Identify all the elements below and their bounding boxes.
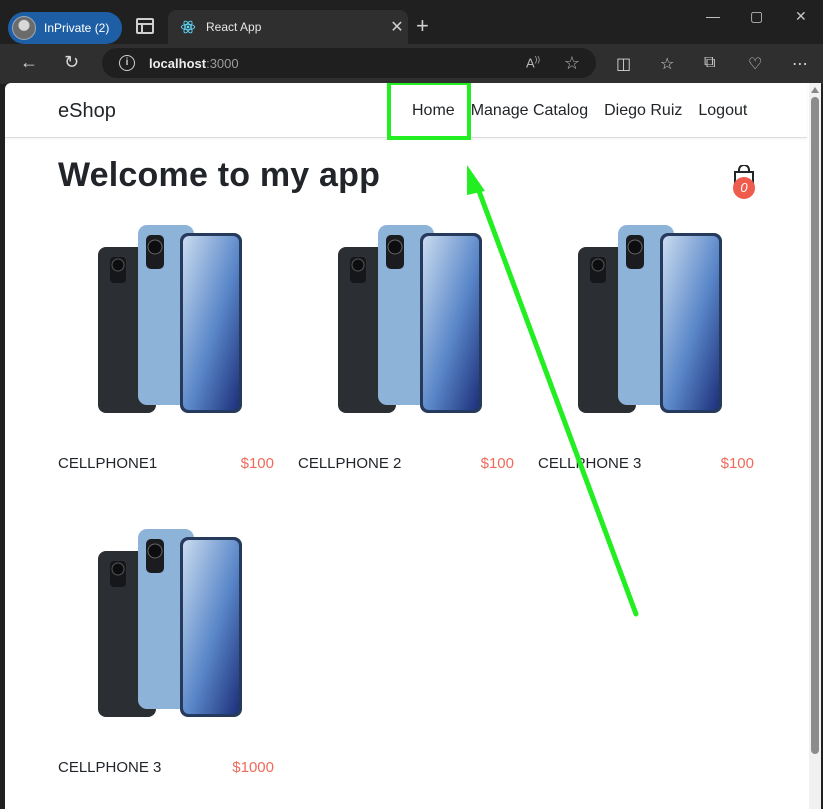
browser-address-bar: ← ↻ i localhost :3000 A)) ☆ ◫ ☆ ⧉ ♡ ⋯ bbox=[0, 44, 823, 84]
product-card[interactable]: CELLPHONE 3 $1000 bbox=[58, 527, 274, 787]
health-icon[interactable]: ♡ bbox=[748, 54, 762, 74]
app-navbar: eShop Home Manage Catalog Diego Ruiz Log… bbox=[5, 83, 807, 140]
inprivate-label: InPrivate (2) bbox=[44, 21, 110, 35]
product-name: CELLPHONE 3 bbox=[538, 455, 642, 472]
window-close-icon[interactable]: ✕ bbox=[795, 8, 807, 25]
phone-image bbox=[578, 225, 722, 413]
product-name: CELLPHONE 3 bbox=[58, 759, 162, 776]
favorites-icon[interactable]: ☆ bbox=[660, 54, 674, 74]
more-icon[interactable]: ⋯ bbox=[792, 54, 808, 74]
product-name: CELLPHONE1 bbox=[58, 455, 158, 472]
url-port: :3000 bbox=[206, 55, 239, 71]
scroll-up-icon[interactable] bbox=[811, 87, 819, 93]
product-card[interactable]: CELLPHONE 3 $100 bbox=[538, 223, 754, 483]
back-icon[interactable]: ← bbox=[20, 52, 38, 73]
brand-logo[interactable]: eShop bbox=[58, 100, 116, 123]
phone-image bbox=[338, 225, 482, 413]
product-price: $100 bbox=[720, 455, 754, 472]
phone-image bbox=[98, 529, 242, 717]
phone-image bbox=[98, 225, 242, 413]
minimize-icon[interactable]: — bbox=[706, 8, 720, 24]
cart-button[interactable]: 0 bbox=[731, 164, 757, 199]
info-icon[interactable]: i bbox=[119, 55, 135, 71]
product-card[interactable]: CELLPHONE 2 $100 bbox=[298, 223, 514, 483]
react-favicon-icon bbox=[180, 20, 196, 34]
nav-manage-catalog-link[interactable]: Manage Catalog bbox=[471, 102, 588, 120]
page-viewport: eShop Home Manage Catalog Diego Ruiz Log… bbox=[5, 83, 821, 809]
product-card[interactable]: CELLPHONE1 $100 bbox=[58, 223, 274, 483]
page-scrollbar[interactable] bbox=[809, 83, 821, 809]
collections-icon[interactable]: ⧉ bbox=[704, 54, 715, 72]
scrollbar-thumb[interactable] bbox=[811, 97, 819, 754]
favorite-star-icon[interactable]: ☆ bbox=[564, 53, 580, 74]
tab-close-icon[interactable]: ✕ bbox=[386, 17, 408, 37]
read-aloud-icon[interactable]: A)) bbox=[526, 55, 540, 70]
nav-logout-link[interactable]: Logout bbox=[698, 102, 747, 120]
url-host: localhost bbox=[149, 55, 207, 71]
browser-tab[interactable]: React App ✕ bbox=[168, 10, 408, 44]
inprivate-profile-button[interactable]: InPrivate (2) bbox=[8, 12, 122, 44]
split-screen-icon[interactable]: ◫ bbox=[616, 54, 631, 74]
tab-actions-icon[interactable] bbox=[136, 18, 154, 34]
product-price: $100 bbox=[480, 455, 514, 472]
highlight-box bbox=[387, 83, 471, 140]
cart-count-badge: 0 bbox=[733, 177, 755, 199]
tab-title: React App bbox=[206, 20, 262, 34]
product-price: $100 bbox=[240, 455, 274, 472]
browser-tab-bar: InPrivate (2) React App ✕ + — ▢ ✕ bbox=[0, 0, 823, 44]
product-name: CELLPHONE 2 bbox=[298, 455, 402, 472]
page-title: Welcome to my app bbox=[58, 156, 381, 194]
url-input[interactable]: i localhost :3000 A)) ☆ bbox=[102, 48, 596, 78]
profile-avatar-icon bbox=[12, 16, 36, 40]
new-tab-icon[interactable]: + bbox=[416, 14, 429, 38]
nav-user-link[interactable]: Diego Ruiz bbox=[604, 102, 682, 120]
refresh-icon[interactable]: ↻ bbox=[64, 52, 79, 73]
product-price: $1000 bbox=[232, 759, 274, 776]
maximize-icon[interactable]: ▢ bbox=[750, 8, 763, 25]
